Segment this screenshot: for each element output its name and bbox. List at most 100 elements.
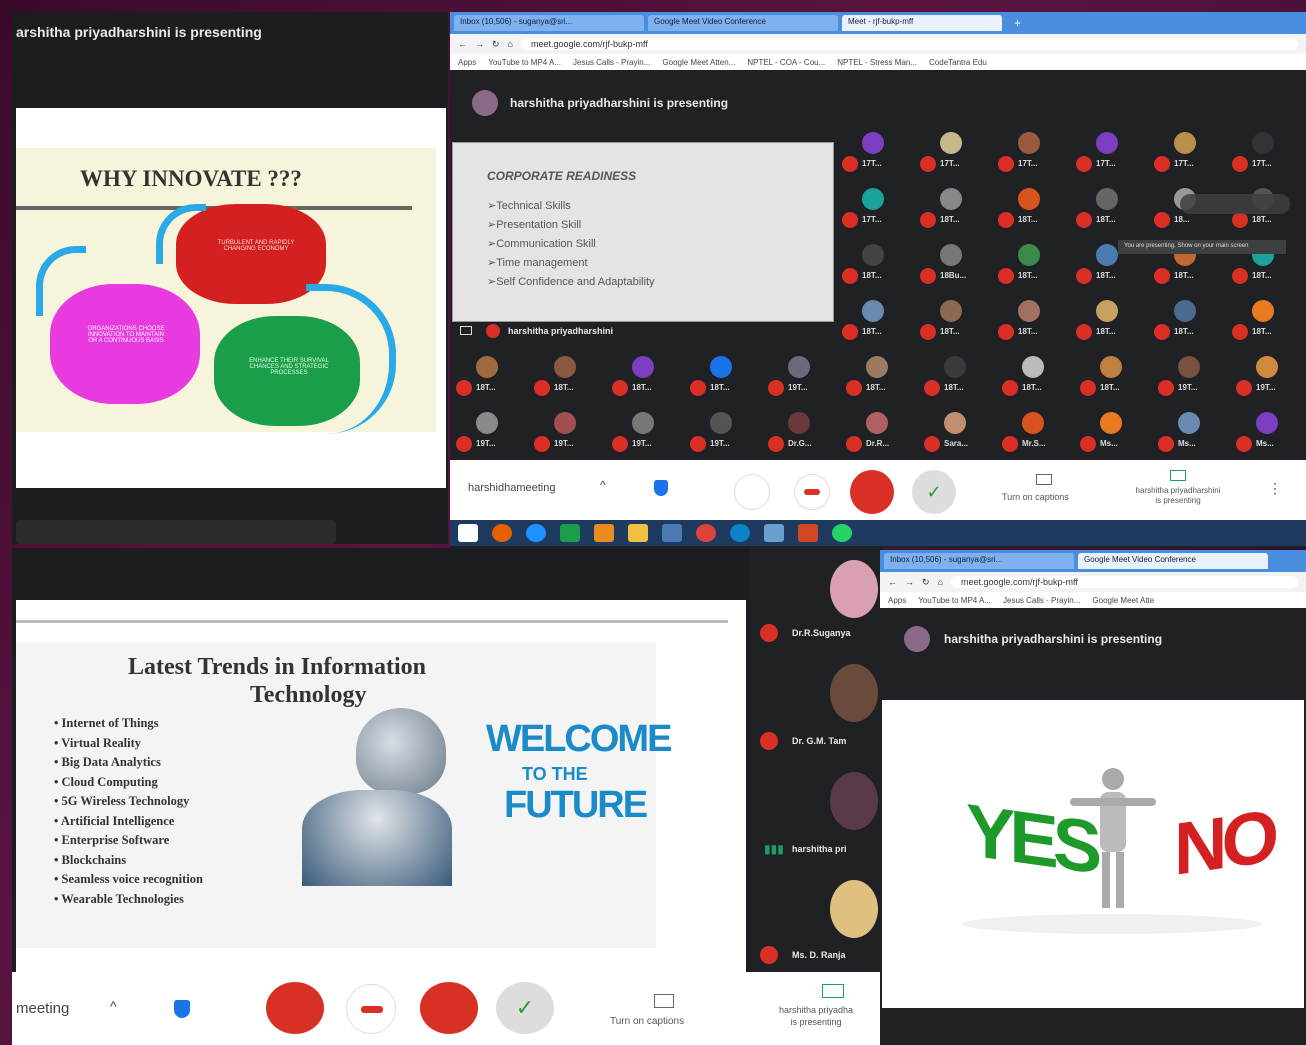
participant-tile[interactable]: Ms... [1078,406,1144,458]
mic-button[interactable] [734,474,770,510]
forward-icon[interactable]: → [905,577,914,587]
participant-tile[interactable]: 17T... [840,182,906,234]
participant-tile[interactable]: 18T... [1000,350,1066,402]
hangup-button[interactable] [346,984,396,1034]
tab-meet[interactable]: Meet - rjf-bukp-mff [842,15,1002,31]
participant-tile[interactable]: Dr.G... [766,406,832,458]
participant-tile[interactable]: 19T... [454,406,520,458]
participant-tile[interactable]: Ms... [1234,406,1300,458]
participant-tile[interactable]: 18T... [1230,294,1296,346]
chevron-up-icon[interactable]: ^ [110,998,117,1014]
participant-tile[interactable]: 18T... [918,182,984,234]
camera-off-button[interactable] [420,982,478,1034]
chevron-up-icon[interactable]: ^ [600,478,606,492]
captions-label[interactable]: Turn on captions [610,1016,684,1027]
participant-tile[interactable]: 18T... [996,294,1062,346]
windows-start-icon[interactable] [458,524,478,542]
shield-icon[interactable] [174,1000,190,1018]
participant-tile[interactable]: 18Bu... [918,238,984,290]
ie-icon[interactable] [526,524,546,542]
participant-tile[interactable]: 19T... [688,406,754,458]
participant-tile[interactable]: Ms... [1156,406,1222,458]
captions-icon[interactable] [654,994,674,1008]
participant-tile[interactable]: 18T... [922,350,988,402]
bookmark-codetantra[interactable]: CodeTantra Edu [929,58,987,67]
participant-tile[interactable]: Mr.S... [1000,406,1066,458]
participant-tile[interactable]: 18T... [996,182,1062,234]
participant-tile[interactable]: 18T... [454,350,520,402]
new-tab-icon[interactable]: + [1014,16,1021,30]
home-icon[interactable]: ⌂ [938,577,943,587]
bookmark-youtube[interactable]: YouTube to MP4 A... [918,596,991,605]
participant-tile[interactable]: 18T... [1152,294,1218,346]
participant-tile[interactable]: 19T... [766,350,832,402]
edge-icon[interactable] [730,524,750,542]
present-icon[interactable] [822,984,844,998]
tile-overlay-controls[interactable] [1180,194,1290,214]
bookmark-meet[interactable]: Google Meet Atten... [662,58,735,67]
camera-off-button[interactable] [850,470,894,514]
url-field[interactable]: meet.google.com/rjf-bukp-mff [950,576,1298,588]
tab-meet-conf[interactable]: Google Meet Video Conference [1078,553,1268,569]
mic-off-button[interactable] [266,982,324,1034]
tab-gmail[interactable]: Inbox (10,506) - suganya@sri... [884,553,1074,569]
shield-icon[interactable] [654,480,668,496]
more-options-icon[interactable]: ⋮ [1268,480,1282,497]
home-icon[interactable]: ⌂ [508,39,513,49]
bookmark-apps[interactable]: Apps [458,58,476,67]
tab-meet-conf[interactable]: Google Meet Video Conference [648,15,838,31]
participant-tile[interactable]: 18T... [840,238,906,290]
participant-tile[interactable]: 17T... [996,126,1062,178]
powerpoint-icon[interactable] [798,524,818,542]
participant-tile[interactable]: 19T... [532,406,598,458]
bookmark-nptel-coa[interactable]: NPTEL - COA - Cou... [747,58,825,67]
participant-tile[interactable]: 19T... [610,406,676,458]
participant-tile[interactable]: 17T... [1230,126,1296,178]
app-green-icon[interactable] [560,524,580,542]
participant-tile[interactable]: 18T... [844,350,910,402]
participant-tile[interactable]: 18T... [840,294,906,346]
participant-tile[interactable]: 18T... [918,294,984,346]
captions-label[interactable]: Turn on captions [1002,492,1069,502]
participant-tile[interactable]: 18T... [1074,294,1140,346]
participant-tile[interactable]: 18T... [610,350,676,402]
participant-tile[interactable]: Sara... [922,406,988,458]
participant-tile[interactable]: 17T... [840,126,906,178]
bookmark-youtube[interactable]: YouTube to MP4 A... [488,58,561,67]
back-icon[interactable]: ← [888,577,897,587]
back-icon[interactable]: ← [458,39,467,49]
reload-icon[interactable]: ↻ [922,577,930,588]
participant-tile[interactable]: 17T... [1152,126,1218,178]
bookmark-meet[interactable]: Google Meet Atte [1092,596,1154,605]
app-blue-icon[interactable] [662,524,682,542]
participant-tile[interactable]: 18T... [996,238,1062,290]
chrome-icon[interactable] [696,524,716,542]
participant-tile[interactable]: 18T... [532,350,598,402]
participant-tile[interactable]: 19T... [1234,350,1300,402]
bookmark-apps[interactable]: Apps [888,596,906,605]
folder-icon[interactable] [628,524,648,542]
participant-tile[interactable]: 18T... [688,350,754,402]
present-icon[interactable] [1170,470,1186,481]
participant-tile[interactable]: Dr.R... [844,406,910,458]
app-icon[interactable] [764,524,784,542]
media-icon[interactable] [594,524,614,542]
participant-tile[interactable]: 17T... [1074,126,1140,178]
forward-icon[interactable]: → [475,39,484,49]
captions-icon[interactable] [1036,474,1052,485]
reload-icon[interactable]: ↻ [492,39,500,50]
check-button[interactable]: ✓ [496,982,554,1034]
check-button[interactable]: ✓ [912,470,956,514]
participant-tile[interactable]: 17T... [918,126,984,178]
participant-tile[interactable]: 18T... [1078,350,1144,402]
participant-tile[interactable]: 19T... [1156,350,1222,402]
participant-tile[interactable]: 18T... [1074,182,1140,234]
tab-gmail[interactable]: Inbox (10,506) - suganya@sri... [454,15,644,31]
url-field[interactable]: meet.google.com/rjf-bukp-mff [520,38,1298,50]
hangup-button[interactable] [794,474,830,510]
bookmark-jesus[interactable]: Jesus Calls - Prayin... [573,58,650,67]
bookmark-nptel-stress[interactable]: NPTEL - Stress Man... [837,58,917,67]
bookmark-jesus[interactable]: Jesus Calls - Prayin... [1003,596,1080,605]
firefox-icon[interactable] [492,524,512,542]
whatsapp-icon[interactable] [832,524,852,542]
